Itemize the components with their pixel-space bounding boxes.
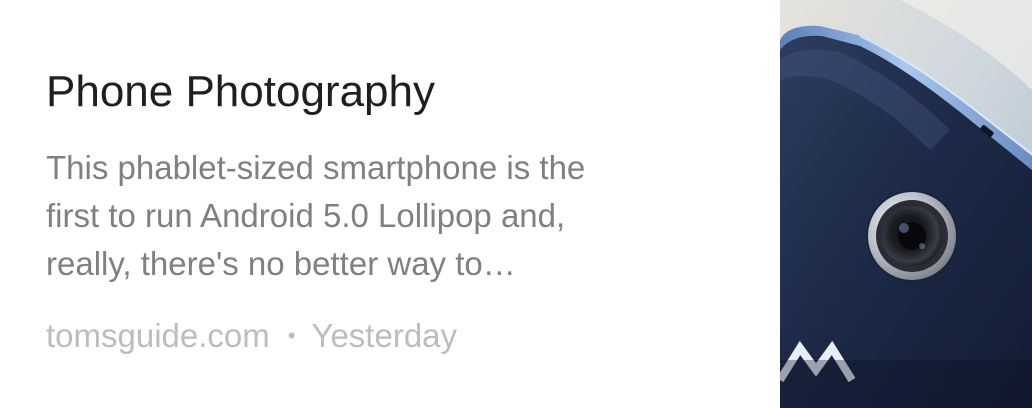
- source-label: tomsguide.com: [46, 317, 270, 354]
- phone-camera-image: [780, 0, 1032, 408]
- meta-separator: •: [287, 323, 296, 348]
- card-title[interactable]: Phone Photography: [46, 64, 746, 120]
- card-snippet: This phablet-sized smartphone is the fir…: [46, 144, 686, 288]
- snippet-line: really, there's no better way to…: [46, 245, 516, 282]
- card-text-column: Phone Photography This phablet-sized sma…: [0, 0, 780, 408]
- card-meta: tomsguide.com • Yesterday: [46, 314, 457, 358]
- snippet-line: first to run Android 5.0 Lollipop and,: [46, 197, 566, 234]
- news-card[interactable]: Phone Photography This phablet-sized sma…: [0, 0, 1032, 408]
- snippet-line: This phablet-sized smartphone is the: [46, 149, 586, 186]
- timestamp-label: Yesterday: [311, 317, 458, 354]
- card-thumbnail[interactable]: [780, 0, 1032, 408]
